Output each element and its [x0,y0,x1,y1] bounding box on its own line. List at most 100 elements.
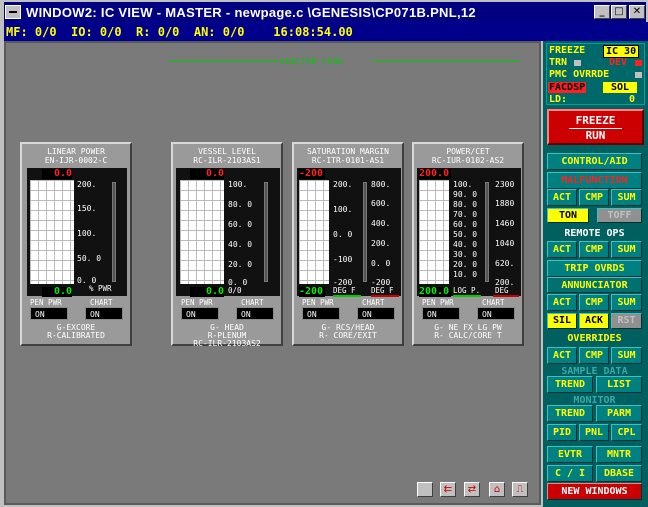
panel-title: POWER/CET [446,147,490,156]
system-menu-icon[interactable] [5,5,21,19]
digital-bottom: 0.0 [42,287,72,297]
ovr-act-button[interactable]: ACT [547,347,577,364]
trn-label: TRN [549,57,568,68]
ovr-cmp-button[interactable]: CMP [579,347,609,364]
dbase-button[interactable]: DBASE [596,465,642,482]
remote-act-button[interactable]: ACT [547,241,577,258]
saturation-margin-panel[interactable]: SATURATION MARGIN RC-ITR-0101-AS1 -200 2… [292,142,404,346]
chart-toggle[interactable]: ON [477,307,515,320]
scale-60: 60. 0 [453,220,478,229]
malfunction-button[interactable]: MALFUNCTION [547,172,642,189]
digital-top: 0.0 [190,169,224,179]
pmc-lamp [635,72,642,78]
digital-bottom: -200 [299,286,325,297]
malf-sum-button[interactable]: SUM [611,189,642,206]
digital-top: 0.0 [42,169,72,179]
scale2-0: 0. 0 [371,259,391,268]
strip-chart [30,180,74,284]
unit-label: LOG P. [453,286,481,295]
ci-button[interactable]: C / I [547,465,593,482]
vessel-level-panel[interactable]: VESSEL LEVEL RC-ILR-2103AS1 0.0 100. 80.… [171,142,283,348]
chart-label: CHART [362,298,385,307]
parm-button[interactable]: PARM [596,405,642,422]
list-button[interactable]: LIST [596,376,642,393]
freeze-run-button[interactable]: FREEZE RUN [547,109,644,145]
digital-top: -200 [299,168,325,179]
close-icon[interactable]: ✕ [629,5,645,19]
trn-lamp [574,60,581,66]
scale-0: 0. 0 [333,230,353,239]
rst-button[interactable]: RST [611,313,642,329]
recorder-gauge: 200.0 100. 90. 0 80. 0 70. 0 60. 0 50. 0… [417,168,521,297]
pen-pwr-toggle[interactable]: ON [30,307,68,320]
malf-act-button[interactable]: ACT [547,189,577,206]
cpl-button[interactable]: CPL [611,424,642,441]
scale-30: 30. 0 [453,250,478,259]
control-aid-button[interactable]: CONTROL/AID [547,153,642,170]
linear-power-panel[interactable]: LINEAR POWER EN-IJR-0002-C 0.0 200. 150.… [20,142,132,346]
malf-cmp-button[interactable]: CMP [579,189,609,206]
scale-20: 20. 0 [453,260,478,269]
chart-toggle[interactable]: ON [357,307,395,320]
annunciator-button[interactable]: ANNUNCIATOR [547,277,642,293]
ack-button[interactable]: ACK [579,313,609,329]
digital-top: 200.0 [419,168,451,179]
unit-label: DEG F [333,286,356,295]
home-icon[interactable]: ⌂ [489,482,505,497]
pen-pwr-toggle[interactable]: ON [422,307,460,320]
facdsp-indicator: FACDSP [548,82,587,93]
monitor-trend-button[interactable]: TREND [547,405,593,422]
panel-foot-3: RC-ILR-2103AS2 [193,339,261,348]
maximize-icon[interactable]: □ [611,5,627,19]
pen-pwr-label: PEN PWR [302,298,334,307]
red-marker [493,295,519,297]
exit-door-icon[interactable]: ⎍ [512,482,528,497]
scale2-400: 400. [371,219,391,228]
panel-foot-2: R- CALC/CORE T [434,331,502,340]
chart-toggle[interactable]: ON [85,307,123,320]
sil-button[interactable]: SIL [547,313,577,329]
scale-minus-100: -100 [333,255,353,264]
scale-60: 60. 0 [228,220,253,229]
swap-arrows-icon[interactable]: ⇄ [464,482,480,497]
ann-act-button[interactable]: ACT [547,294,577,311]
ld-value: 0 [629,94,636,105]
remote-sum-button[interactable]: SUM [611,241,642,258]
window-title-bar[interactable]: WINDOW2: IC VIEW - MASTER - newpage.c \G… [0,0,648,22]
status-block: FREEZE IC 30 TRN DEV PMC OVRRDE FACDSP S… [546,43,645,105]
scale-200: 200. [77,180,97,189]
pen-pwr-toggle[interactable]: ON [302,307,340,320]
pnl-button[interactable]: PNL [579,424,609,441]
pen-pwr-toggle[interactable]: ON [181,307,219,320]
rewind-icon[interactable]: ⇇ [440,482,456,497]
recorder-gauge: 0.0 200. 150. 100. 50. 0 0. 0 % PWR 0.0 [27,168,127,297]
unit-label-2: DEG F [371,286,394,295]
minimize-icon[interactable]: _ [594,5,610,19]
strip-chart [419,180,449,284]
trend-button[interactable]: TREND [547,376,593,393]
chart-toggle[interactable]: ON [236,307,274,320]
scale-70: 70. 0 [453,210,478,219]
ann-sum-button[interactable]: SUM [611,294,642,311]
evtr-button[interactable]: EVTR [547,446,593,463]
power-cet-panel[interactable]: POWER/CET RC-IUR-0102-AS2 200.0 100. 90.… [412,142,524,346]
bargraph-left [485,182,489,282]
remote-cmp-button[interactable]: CMP [579,241,609,258]
panel-foot-2: R- CORE/EXIT [319,331,377,340]
window-title: WINDOW2: IC VIEW - MASTER - newpage.c \G… [26,4,476,20]
toff-button[interactable]: TOFF [597,208,642,223]
blank-tool-icon[interactable] [417,482,433,497]
panel-tag: RC-ILR-2103AS1 [193,156,261,165]
strip-chart [180,180,224,284]
ovr-sum-button[interactable]: SUM [611,347,642,364]
chart-label: CHART [241,298,264,307]
mntr-button[interactable]: MNTR [596,446,642,463]
ton-button[interactable]: TON [547,208,589,223]
trip-ovrds-button[interactable]: TRIP OVRDS [547,260,642,277]
scale2-200: 200. [371,239,391,248]
remote-ops-header: REMOTE OPS [564,228,625,239]
pid-button[interactable]: PID [547,424,577,441]
ann-cmp-button[interactable]: CMP [579,294,609,311]
control-panel: FREEZE IC 30 TRN DEV PMC OVRRDE FACDSP S… [541,41,648,507]
new-windows-button[interactable]: NEW WINDOWS [547,483,642,500]
